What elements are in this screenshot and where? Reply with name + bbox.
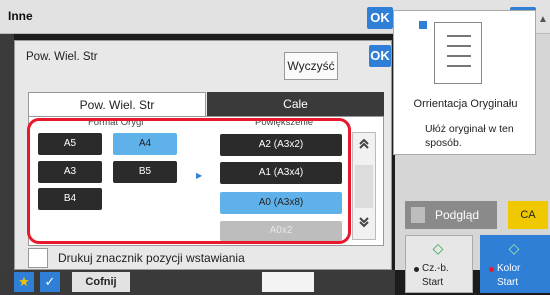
orientation-note: Ułóż oryginał w ten sposób. [425,123,514,149]
color-indicator-dot [489,267,494,272]
dialog-title: Pow. Wiel. Str [26,51,98,63]
start-bw-sublabel: Start [422,277,444,288]
scroll-track[interactable] [355,165,373,208]
tab-inches[interactable]: Cale [207,92,384,116]
start-bw-label: Cz.-b. [422,263,449,274]
scroll-up-icon[interactable]: ▲ [538,14,548,25]
ok-button-dialog[interactable]: OK [369,45,391,67]
back-button[interactable]: Cofnij [72,272,130,292]
start-color-label: Kolor [497,263,521,274]
orientation-corner-marker [419,21,427,29]
ok-button-top[interactable]: OK [367,7,393,29]
page-title: Inne [8,9,33,23]
preview-label: Podgląd [435,208,480,222]
scroll-up-button[interactable] [355,137,373,155]
insert-mark-checkbox[interactable] [28,248,48,268]
bottom-empty-slot [262,272,314,292]
clear-button[interactable]: Wyczyść [284,52,338,80]
clear-all-button[interactable]: CA [508,201,548,229]
preview-icon [411,207,425,223]
insert-mark-label: Drukuj znacznik pozycji wstawiania [58,251,245,265]
diamond-icon: ◇ [508,240,520,256]
checkmark-icon[interactable]: ✓ [40,272,60,292]
orientation-label: Orrientacja Oryginału [413,98,518,110]
double-chevron-down-icon [359,217,369,228]
bw-indicator-dot [414,267,419,272]
left-strip [0,34,14,270]
double-chevron-up-icon [359,138,369,149]
tab-enlarge[interactable]: Pow. Wiel. Str [28,92,206,116]
document-orientation-icon [434,22,482,84]
diamond-icon: ◇ [432,240,444,256]
selection-highlight [27,118,351,244]
scroll-down-button[interactable] [355,215,373,233]
start-color-sublabel: Start [497,277,519,288]
star-icon[interactable]: ★ [14,272,34,292]
